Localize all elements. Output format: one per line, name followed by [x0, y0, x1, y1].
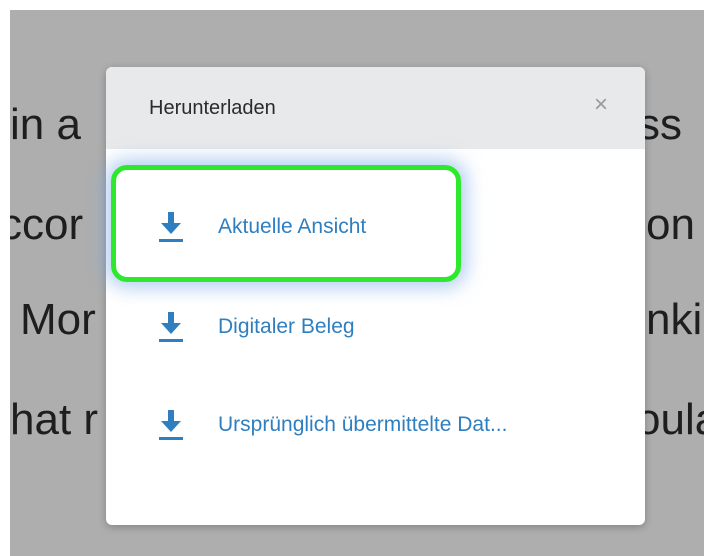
background-text: nki — [646, 295, 703, 344]
background-text: in a — [10, 100, 81, 149]
dialog-title: Herunterladen — [149, 97, 276, 119]
background-text: on — [646, 200, 695, 249]
close-button[interactable]: × — [589, 93, 613, 117]
background-text: hat r — [10, 395, 99, 444]
background-text: oula — [636, 395, 704, 444]
download-option-label: Ursprünglich übermittelte Dat... — [218, 413, 508, 436]
download-option-digital-receipt[interactable]: Digitaler Beleg — [156, 307, 355, 347]
download-dialog: Herunterladen × Aktuelle Ansicht Digital… — [106, 67, 645, 525]
dialog-header: Herunterladen × — [106, 67, 645, 149]
download-option-original-data[interactable]: Ursprünglich übermittelte Dat... — [156, 405, 507, 445]
background-text: ccor — [10, 200, 84, 249]
selection-highlight — [111, 165, 461, 282]
background-text: Mor — [20, 295, 96, 344]
download-icon — [159, 410, 183, 440]
download-icon — [159, 312, 183, 342]
download-option-label: Digitaler Beleg — [218, 315, 355, 338]
